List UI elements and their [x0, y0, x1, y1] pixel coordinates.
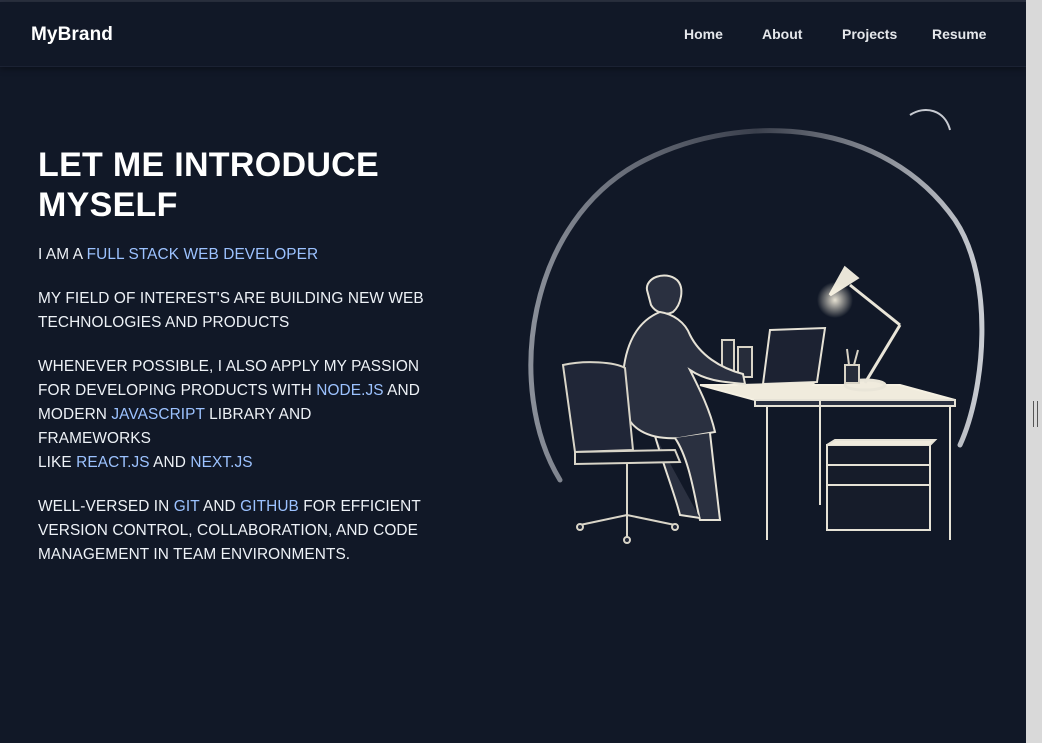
highlight-javascript: JAVASCRIPT: [111, 406, 205, 423]
highlight-nextjs: NEXT.JS: [190, 454, 253, 471]
nav-link-home[interactable]: Home: [684, 26, 723, 42]
intro-paragraph-interests: MY FIELD OF INTEREST'S ARE BUILDING NEW …: [38, 287, 428, 335]
text-segment: LIKE: [38, 454, 77, 471]
highlight-reactjs: REACT.JS: [76, 454, 150, 471]
text-segment: I AM A: [38, 246, 87, 263]
text-segment: AND: [199, 498, 241, 515]
nav-link-about[interactable]: About: [762, 26, 802, 42]
text-segment: AND: [383, 382, 420, 399]
text-segment: WELL-VERSED IN: [38, 498, 174, 515]
text-segment: MODERN: [38, 406, 112, 423]
intro-title-line-1: LET ME INTRODUCE: [38, 146, 380, 184]
intro-title-line-2: MYSELF: [38, 186, 178, 224]
intro-paragraph-passion: WHENEVER POSSIBLE, I ALSO APPLY MY PASSI…: [38, 355, 428, 475]
resize-grip-icon[interactable]: [1033, 401, 1038, 427]
text-line: TECHNOLOGIES AND PRODUCTS: [38, 314, 290, 331]
intro-title: LET ME INTRODUCE MYSELF: [38, 145, 428, 225]
text-segment: FOR EFFICIENT: [298, 498, 421, 515]
desk: [699, 384, 956, 540]
person: [621, 274, 747, 521]
navbar: MyBrand Home About Projects Resume: [0, 2, 1026, 67]
nav-link-projects[interactable]: Projects: [842, 26, 897, 42]
resize-handle-strip[interactable]: [1026, 0, 1042, 743]
text-line: WHENEVER POSSIBLE, I ALSO APPLY MY PASSI…: [38, 358, 420, 375]
highlight-git: GIT: [173, 498, 200, 515]
highlight-full-stack: FULL STACK WEB DEVELOPER: [86, 246, 319, 263]
text-line: MANAGEMENT IN TEAM ENVIRONMENTS.: [38, 546, 351, 563]
text-line: MY FIELD OF INTEREST'S ARE BUILDING NEW …: [38, 290, 424, 307]
nav-links: Home About Projects Resume: [0, 26, 1026, 46]
intro-paragraph-role: I AM A FULL STACK WEB DEVELOPER: [38, 243, 428, 267]
intro-section: LET ME INTRODUCE MYSELF I AM A FULL STAC…: [38, 145, 428, 587]
highlight-github: GITHUB: [240, 498, 299, 515]
text-segment: FOR DEVELOPING PRODUCTS WITH: [38, 382, 317, 399]
nav-link-resume[interactable]: Resume: [932, 26, 986, 42]
highlight-nodejs: NODE.JS: [316, 382, 384, 399]
intro-paragraph-git: WELL-VERSED IN GIT AND GITHUB FOR EFFICI…: [38, 495, 428, 567]
developer-at-desk-illustration: [528, 109, 985, 544]
page: MyBrand Home About Projects Resume LET M…: [0, 0, 1027, 743]
text-line: VERSION CONTROL, COLLABORATION, AND CODE: [38, 522, 418, 539]
text-segment: AND: [149, 454, 191, 471]
